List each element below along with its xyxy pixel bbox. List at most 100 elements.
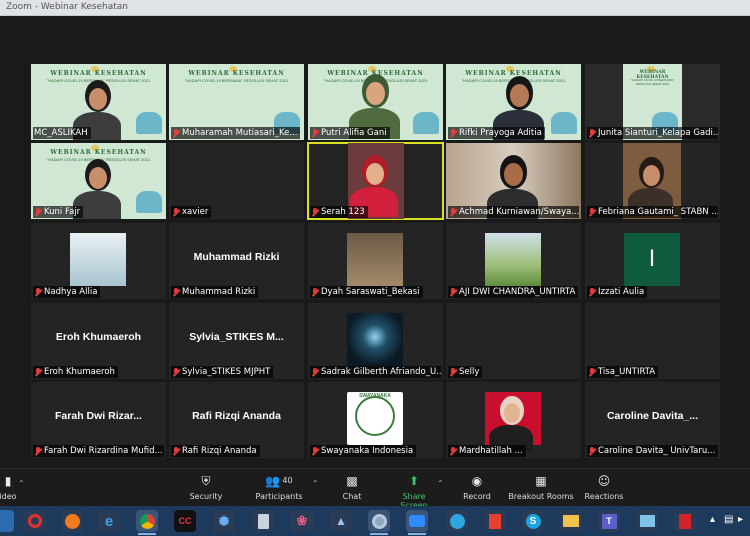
participant-tile[interactable]: Sadrak Gilberth Afriando_U...: [308, 303, 443, 379]
participant-tile[interactable]: Farah Dwi Rizar... Farah Dwi Rizardina Mu…: [31, 382, 166, 458]
participant-name-label: AJI DWI CHANDRA_UNTIRTA: [448, 286, 579, 298]
participants-label: Participants: [255, 492, 303, 501]
volume-icon[interactable]: ▸: [738, 514, 743, 525]
reactions-label: Reactions: [584, 492, 624, 501]
reactions-button[interactable]: ☺ Reactions: [584, 473, 624, 505]
muted-mic-icon: [172, 207, 180, 217]
participant-tile[interactable]: Tisa_UNTIRTA: [585, 303, 720, 379]
share-options-caret[interactable]: ⌃: [437, 479, 444, 488]
poster-illustration: [413, 112, 439, 134]
participant-tile[interactable]: WEBINAR KESEHATAN"HADAPI COVID-19 BERSAM…: [446, 64, 581, 140]
participant-tile[interactable]: Sylvia_STIKES M... Sylvia_STIKES MJPHT: [169, 303, 304, 379]
participant-name: Rifki Prayoga Aditia: [459, 128, 542, 138]
muted-mic-icon: [34, 207, 42, 217]
participant-name-label: Mardhatillah ...: [448, 445, 526, 457]
record-label: Record: [463, 492, 491, 501]
muted-mic-icon: [449, 367, 457, 377]
participants-options-caret[interactable]: ⌃: [312, 479, 319, 488]
video-options-caret[interactable]: ⌃: [18, 479, 25, 488]
record-button[interactable]: ◉ Record: [460, 473, 494, 505]
participant-name: Muhammad Rizki: [182, 287, 256, 297]
muted-mic-icon: [449, 287, 457, 297]
profile-photo: [485, 233, 541, 286]
chrome-icon[interactable]: [136, 510, 158, 535]
participant-name-label: xavier: [171, 206, 212, 218]
participant-tile[interactable]: WEBINAR KESEHATAN"HADAPI COVID-19 BERSAM…: [169, 64, 304, 140]
participant-name-label: Serah 123: [310, 206, 368, 218]
participant-tile[interactable]: I Izzati Aulia: [585, 223, 720, 299]
participant-tile[interactable]: SWAYANAKA Swayanaka Indonesia: [308, 382, 443, 458]
acrobat-icon[interactable]: [674, 510, 696, 532]
participant-tile[interactable]: WEBINAR KESEHATAN"HADAPI COVID-19 BERSAM…: [31, 64, 166, 140]
opera-browser-icon[interactable]: [24, 510, 46, 532]
video-gallery: WEBINAR KESEHATAN "HADAPI COVID-19 BERSAM…: [0, 16, 750, 468]
tray-expand-icon[interactable]: ▴: [710, 514, 715, 525]
firefox-icon[interactable]: [61, 510, 83, 532]
logo-text: SWAYANAKA: [359, 393, 391, 399]
pdf-reader-icon[interactable]: [484, 510, 506, 532]
figure-face: [89, 167, 107, 189]
breakout-rooms-button[interactable]: ▦ Breakout Rooms: [508, 473, 574, 505]
participant-name-label: Achmad Kurniawan/Swaya...: [448, 206, 579, 218]
participant-tile[interactable]: Caroline Davita_... Caroline Davita_ Univ…: [585, 382, 720, 458]
participant-name-label: Swayanaka Indonesia: [310, 445, 417, 457]
internet-explorer-icon[interactable]: e: [98, 510, 120, 532]
muted-mic-icon: [449, 446, 457, 456]
participant-name: Achmad Kurniawan/Swaya...: [459, 207, 579, 217]
photo-viewer-icon[interactable]: [636, 510, 658, 532]
participant-tile[interactable]: xavier: [169, 143, 304, 219]
participant-tile[interactable]: Nadhya Allia: [31, 223, 166, 299]
teams-icon[interactable]: T: [598, 510, 620, 532]
scanner-icon[interactable]: ▲: [330, 510, 352, 532]
file-explorer-icon[interactable]: [560, 510, 582, 532]
cc-app-icon[interactable]: CC: [174, 510, 196, 532]
participant-tile[interactable]: Serah 123: [307, 142, 444, 220]
chat-button[interactable]: ▩ Chat: [338, 473, 366, 505]
poster-title: WEBINAR KESEHATAN: [465, 70, 562, 77]
participant-tile[interactable]: Eroh Khumaeroh Eroh Khumaeroh: [31, 303, 166, 379]
poster-subtitle: "HADAPI COVID-19 BERSAMA" RESOLUSI SEHAT…: [184, 78, 289, 83]
participants-button[interactable]: 👥 40 Participants: [254, 473, 304, 505]
chat-bubble-icon: ▩: [346, 474, 358, 488]
participant-tile[interactable]: Dyah Saraswati_Bekasi: [308, 223, 443, 299]
participant-tile[interactable]: Muhammad Rizki Muhammad Rizki: [169, 223, 304, 299]
participant-tile[interactable]: WEBINAR KESEHATAN"HADAPI COVID-19 BERSAM…: [308, 64, 443, 140]
muted-mic-icon: [449, 207, 457, 217]
profile-photo: [347, 233, 403, 286]
skype-icon[interactable]: S: [522, 510, 544, 532]
start-button-icon[interactable]: [0, 510, 14, 532]
network-icon[interactable]: ▤: [724, 514, 733, 525]
participant-name-label: Caroline Davita_ UnivTaru...: [587, 445, 718, 457]
participant-tile[interactable]: WEBINAR KESEHATAN"HADAPI COVID-19 BERSAM…: [31, 143, 166, 219]
muted-mic-icon: [172, 367, 180, 377]
breakout-rooms-label: Breakout Rooms: [508, 492, 574, 501]
share-screen-button[interactable]: ⬆ Share Screen: [388, 473, 440, 510]
calculator-icon[interactable]: [252, 510, 274, 532]
participant-name: Eroh Khumaeroh: [44, 367, 115, 377]
paint-icon[interactable]: ❀: [291, 510, 313, 532]
participant-tile[interactable]: Rafi Rizqi Ananda Rafi Rizqi Ananda: [169, 382, 304, 458]
profile-photo: [347, 313, 403, 366]
poster-illustration: [551, 112, 577, 134]
participant-tile[interactable]: AJI DWI CHANDRA_UNTIRTA: [446, 223, 581, 299]
participant-tile[interactable]: Mardhatillah ...: [446, 382, 581, 458]
breakout-grid-icon: ▦: [535, 474, 547, 488]
security-button[interactable]: ⛨ Security: [186, 473, 226, 505]
participant-tile[interactable]: Achmad Kurniawan/Swaya...: [446, 143, 581, 219]
chrome-profile-icon[interactable]: [368, 510, 390, 535]
telegram-icon[interactable]: [446, 510, 468, 532]
participant-tile[interactable]: Febriana Gautami_ STABN ...: [585, 143, 720, 219]
participant-tile[interactable]: WEBINAR KESEHATAN"HADAPI COVID-19 BERSAM…: [585, 64, 720, 140]
poster-title: WEBINAR KESEHATAN: [50, 70, 147, 77]
participant-tile[interactable]: Selly: [446, 303, 581, 379]
participant-name-label: Junita Sianturi_Kelapa Gadi...: [587, 127, 718, 139]
zoom-app-icon[interactable]: [406, 510, 428, 535]
participant-name: Putri Alifia Gani: [321, 128, 387, 138]
video-button[interactable]: ▮ ideo: [0, 473, 20, 505]
participant-name-label: Muharamah Mutiasari_Ke...: [171, 127, 301, 139]
poster-subtitle: "HADAPI COVID-19 BERSAMA" RESOLUSI SEHAT…: [630, 78, 675, 86]
participant-name-label: Kuni Fajr: [33, 206, 84, 218]
muted-mic-icon: [588, 207, 596, 217]
muted-mic-icon: [311, 367, 319, 377]
snowflake-app-icon[interactable]: ❅: [213, 510, 235, 532]
